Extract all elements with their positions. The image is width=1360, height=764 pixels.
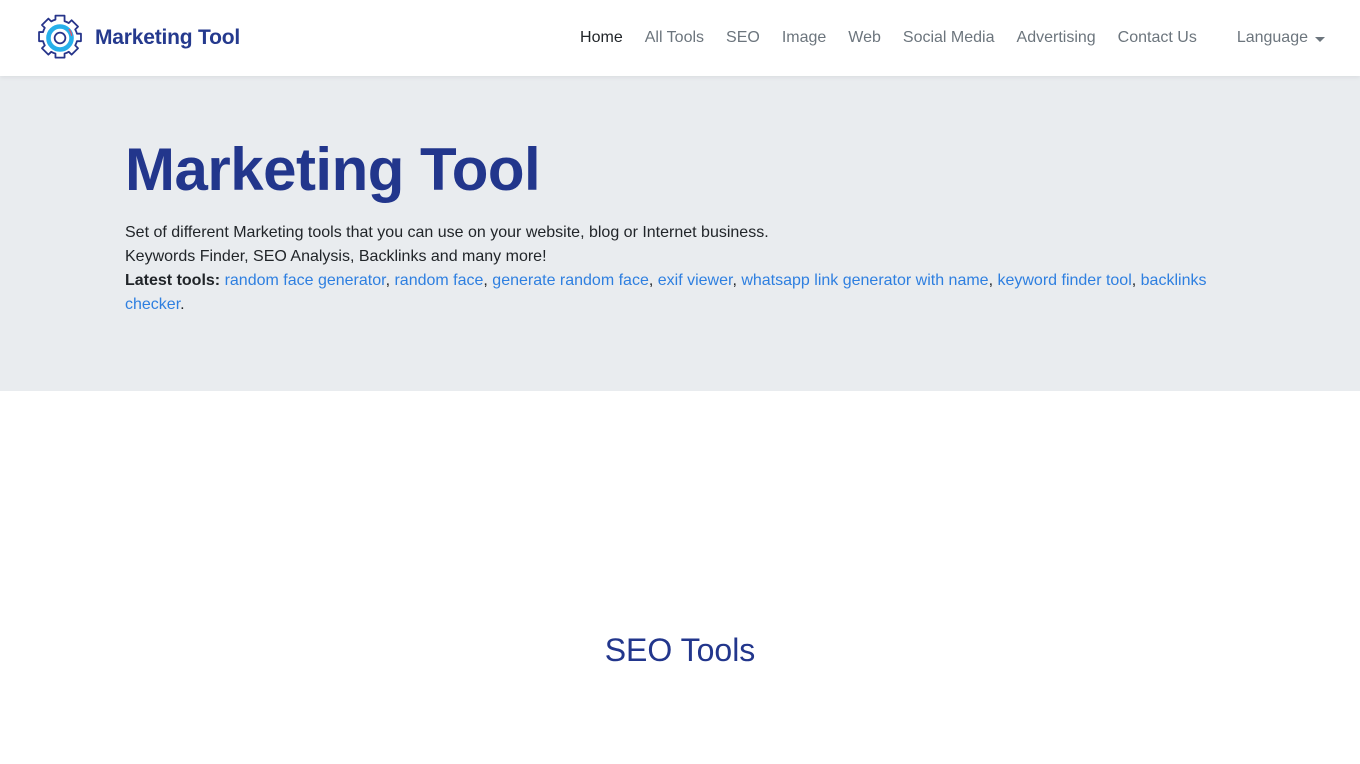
- hero-inner: Marketing Tool Set of different Marketin…: [110, 136, 1250, 317]
- latest-tools-link-list: random face generator, random face, gene…: [125, 272, 1207, 314]
- latest-tool-link[interactable]: keyword finder tool: [997, 272, 1131, 289]
- nav-item-all-tools[interactable]: All Tools: [634, 20, 715, 56]
- brand-logo-link[interactable]: Marketing Tool: [34, 12, 240, 64]
- gear-logo-icon: [34, 12, 86, 64]
- latest-tool-link[interactable]: whatsapp link generator with name: [741, 272, 988, 289]
- chevron-down-icon: [1315, 36, 1325, 42]
- nav-item-social-media[interactable]: Social Media: [892, 20, 1006, 56]
- nav-item-home[interactable]: Home: [569, 20, 634, 56]
- site-header: Marketing Tool Home All Tools SEO Image …: [0, 0, 1360, 76]
- language-dropdown-button[interactable]: Language: [1226, 21, 1336, 55]
- hero-section: Marketing Tool Set of different Marketin…: [0, 76, 1360, 391]
- nav-item-advertising[interactable]: Advertising: [1006, 20, 1107, 56]
- main-navigation: Home All Tools SEO Image Web Social Medi…: [569, 20, 1336, 56]
- main-content: SEO Tools: [0, 391, 1360, 670]
- seo-tools-section: SEO Tools: [0, 391, 1360, 669]
- brand-name: Marketing Tool: [95, 26, 240, 49]
- latest-tools-line: Latest tools: random face generator, ran…: [125, 269, 1235, 317]
- nav-item-web[interactable]: Web: [837, 20, 892, 56]
- hero-description-line-1: Set of different Marketing tools that yo…: [125, 224, 769, 242]
- page-root: Marketing Tool Home All Tools SEO Image …: [0, 0, 1360, 764]
- nav-item-seo[interactable]: SEO: [715, 20, 771, 56]
- nav-item-image[interactable]: Image: [771, 20, 837, 56]
- latest-tool-link[interactable]: random face: [394, 272, 483, 289]
- hero-description-line-2: Keywords Finder, SEO Analysis, Backlinks…: [125, 248, 547, 266]
- latest-tool-link[interactable]: random face generator: [225, 272, 386, 289]
- nav-item-contact-us[interactable]: Contact Us: [1107, 20, 1208, 56]
- section-title-seo-tools: SEO Tools: [604, 632, 756, 668]
- language-dropdown-label: Language: [1236, 29, 1308, 46]
- latest-tool-link[interactable]: exif viewer: [658, 272, 733, 289]
- latest-tools-label: Latest tools:: [125, 272, 221, 290]
- latest-tool-link[interactable]: generate random face: [492, 272, 649, 289]
- page-title: Marketing Tool: [125, 136, 541, 203]
